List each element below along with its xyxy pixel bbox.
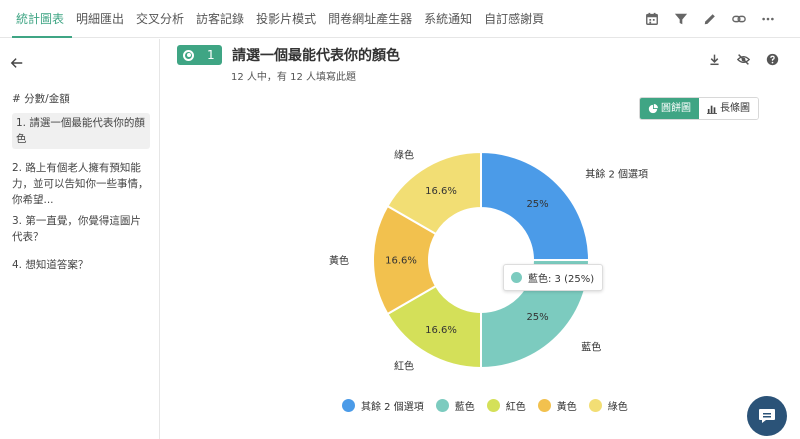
legend-item[interactable]: 綠色 <box>588 398 628 413</box>
legend-label: 紅色 <box>505 402 526 413</box>
bar-chart-label: 長條圖 <box>720 103 750 114</box>
question-number: 1 <box>207 48 215 62</box>
slice-percent-label: 16.6% <box>385 256 417 267</box>
sidebar-item-number: # <box>12 93 21 105</box>
legend-color-dot <box>537 399 551 412</box>
tab-cross-analysis[interactable]: 交叉分析 <box>132 0 192 38</box>
tab-detail-export[interactable]: 明細匯出 <box>72 0 132 38</box>
legend-color-dot <box>486 399 500 412</box>
legend-color-dot <box>588 399 602 412</box>
legend-label: 綠色 <box>607 402 628 413</box>
top-nav: 統計圖表 明細匯出 交叉分析 訪客記錄 投影片模式 問卷網址產生器 系統通知 自… <box>0 0 800 38</box>
legend-item[interactable]: 藍色 <box>435 398 475 413</box>
slice-percent-label: 25% <box>526 199 548 210</box>
response-count: 12 人中，有 12 人填寫此題 <box>231 72 356 83</box>
hide-icon[interactable] <box>733 50 753 68</box>
question-title: 請選一個最能代表你的顏色 <box>232 48 400 64</box>
radio-icon <box>183 49 194 61</box>
pie-chart-icon <box>648 103 658 113</box>
tab-slideshow[interactable]: 投影片模式 <box>252 0 324 38</box>
legend-label: 黃色 <box>556 402 577 413</box>
chart-tooltip: 藍色: 3 (25%) <box>503 264 604 291</box>
pie-chart-button[interactable]: 圓餅圖 <box>640 98 699 119</box>
sidebar-item-q4[interactable]: 4. 想知道答案？ <box>12 257 150 273</box>
slice-percent-label: 16.6% <box>425 186 457 197</box>
question-sidebar: # 分數/金額 1. 請選一個最能代表你的顏色 2. 路上有個老人擁有預知能力，… <box>0 39 160 439</box>
sidebar-item-q2[interactable]: 2. 路上有個老人擁有預知能力，並可以告知你一些事情，你希望... <box>12 160 150 208</box>
tooltip-text: 藍色: 3 (25%) <box>528 274 595 285</box>
slice-category-label: 黃色 <box>329 254 349 267</box>
legend-label: 其餘 2 個選項 <box>361 402 424 413</box>
legend-item[interactable]: 紅色 <box>486 398 526 413</box>
legend-color-dot <box>435 399 449 412</box>
sidebar-item-label: 路上有個老人擁有預知能力，並可以告知你一些事情，你希望... <box>12 162 149 206</box>
question-actions <box>704 50 782 68</box>
sidebar-item-score[interactable]: # 分數/金額 <box>12 91 150 107</box>
sidebar-item-label: 分數/金額 <box>24 93 70 105</box>
question-number-badge: 1 <box>177 45 222 65</box>
link-icon[interactable] <box>724 0 753 38</box>
legend-item[interactable]: 其餘 2 個選項 <box>342 398 424 413</box>
sidebar-item-number: 1. <box>16 117 27 129</box>
tooltip-color-dot <box>511 272 522 283</box>
chart-type-toggle: 圓餅圖 長條圖 <box>639 97 759 120</box>
legend-color-dot <box>342 399 355 412</box>
sidebar-item-label: 請選一個最能代表你的顏色 <box>16 117 145 145</box>
chart-legend: 其餘 2 個選項 藍色 紅色 黃色 綠色 <box>342 398 640 413</box>
legend-label: 藍色 <box>454 402 475 413</box>
bar-chart-button[interactable]: 長條圖 <box>699 98 758 119</box>
slice-percent-label: 25% <box>526 312 548 323</box>
filter-icon[interactable] <box>666 0 695 38</box>
tab-notifications[interactable]: 系統通知 <box>420 0 480 38</box>
pencil-icon[interactable] <box>695 0 724 38</box>
sidebar-item-number: 4. <box>12 259 23 271</box>
tab-bar: 統計圖表 明細匯出 交叉分析 訪客記錄 投影片模式 問卷網址產生器 系統通知 自… <box>12 0 552 38</box>
pie-chart-label: 圓餅圖 <box>661 103 691 114</box>
more-icon[interactable] <box>753 0 782 38</box>
tab-visitor-log[interactable]: 訪客記錄 <box>192 0 252 38</box>
tab-thanks-page[interactable]: 自訂感謝頁 <box>480 0 552 38</box>
back-arrow-icon[interactable] <box>10 55 26 71</box>
sidebar-item-number: 3. <box>12 215 23 227</box>
sidebar-item-label: 第一直覺，你覺得這圖片代表？ <box>12 215 141 243</box>
help-icon[interactable] <box>762 50 782 68</box>
slice-category-label: 其餘 2 個選項 <box>585 168 648 181</box>
legend-item[interactable]: 黃色 <box>537 398 577 413</box>
tab-url-generator[interactable]: 問卷網址產生器 <box>324 0 420 38</box>
sidebar-item-q3[interactable]: 3. 第一直覺，你覺得這圖片代表？ <box>12 213 150 245</box>
chat-button[interactable] <box>747 396 787 436</box>
download-icon[interactable] <box>704 50 724 68</box>
sidebar-item-q1[interactable]: 1. 請選一個最能代表你的顏色 <box>12 113 150 149</box>
calendar-icon[interactable] <box>637 0 666 38</box>
chat-icon <box>759 409 775 423</box>
slice-percent-label: 16.6% <box>425 325 457 336</box>
toolbar <box>637 0 782 38</box>
slice-category-label: 藍色 <box>581 340 601 353</box>
bar-chart-icon <box>707 105 717 114</box>
tab-statistics[interactable]: 統計圖表 <box>12 0 73 38</box>
donut-chart: 25% 其餘 2 個選項 25% 藍色 16.6% 紅色 16.6% 黃色 16.6% 綠色 <box>329 148 648 373</box>
sidebar-item-label: 想知道答案？ <box>25 259 89 271</box>
slice-category-label: 紅色 <box>394 360 414 373</box>
slice-category-label: 綠色 <box>394 148 414 161</box>
sidebar-item-number: 2. <box>12 162 23 174</box>
